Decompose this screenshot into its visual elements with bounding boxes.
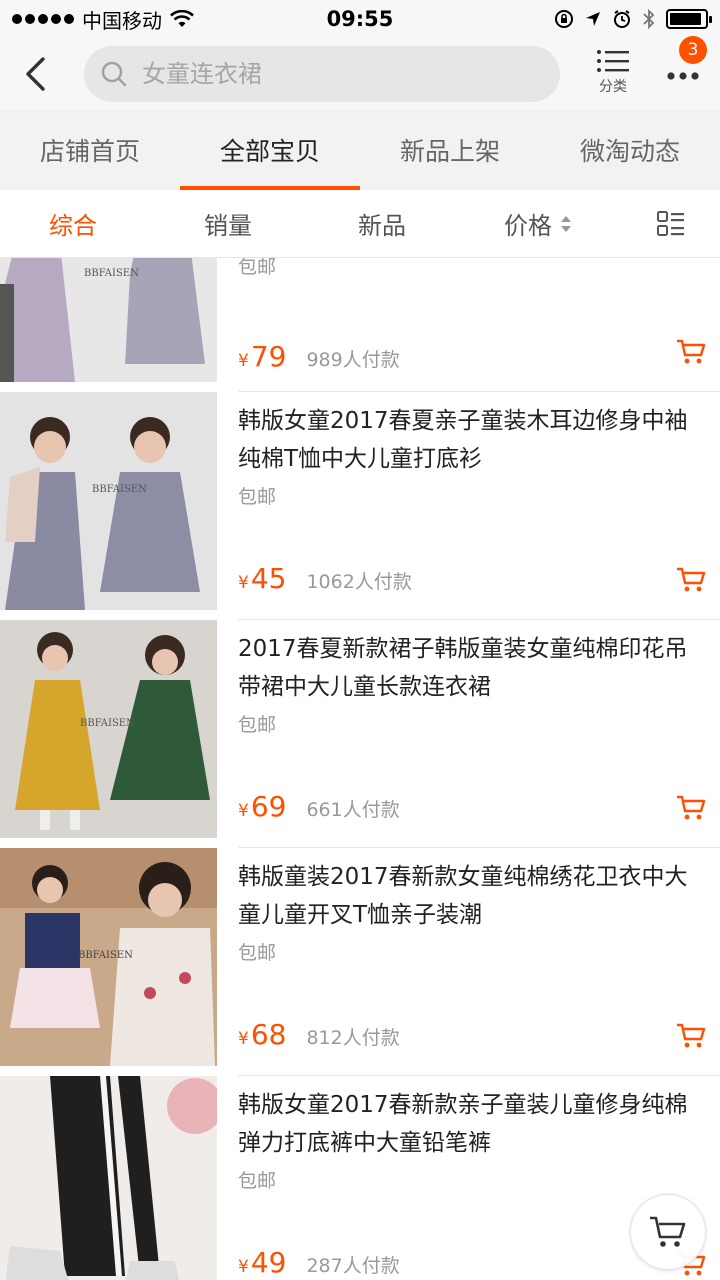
sort-comprehensive-label: 综合	[49, 212, 97, 240]
sort-comprehensive[interactable]: 综合	[0, 206, 146, 241]
price-row: ¥ 69 661人付款	[238, 790, 400, 823]
currency-symbol: ¥	[238, 1029, 249, 1049]
chevron-left-icon	[26, 57, 45, 91]
cart-icon	[677, 339, 706, 364]
shipping-label: 包邮	[238, 1170, 277, 1192]
status-right	[448, 8, 712, 30]
status-time: 09:55	[326, 7, 394, 31]
orientation-lock-icon	[555, 10, 573, 28]
shipping-label: 包邮	[238, 714, 277, 736]
currency-symbol: ¥	[238, 573, 249, 593]
tab-shop-home[interactable]: 店铺首页	[0, 110, 180, 190]
location-icon	[586, 12, 600, 26]
product-price: 79	[250, 340, 287, 373]
more-dots-icon	[667, 72, 699, 80]
notification-badge: 3	[679, 36, 707, 64]
watermark-label: BBFAISEN	[92, 484, 147, 495]
sort-bar: 综合 销量 新品 价格	[0, 190, 720, 258]
product-title: 韩版女童2017春夏亲子童装木耳边修身中袖纯棉T恤中大儿童打底衫	[238, 408, 688, 472]
watermark-label: BBFAISEN	[78, 950, 133, 961]
tab-all-items[interactable]: 全部宝贝	[180, 110, 360, 190]
product-item[interactable]: BBFAISEN 韩版女童2017春夏亲子童装木耳边修身中袖纯棉T恤中大儿童打底…	[0, 392, 720, 610]
currency-symbol: ¥	[238, 1257, 249, 1277]
wifi-icon	[170, 10, 194, 27]
sold-count: 661人付款	[306, 799, 400, 821]
sort-new[interactable]: 新品	[310, 206, 454, 241]
sort-sales-label: 销量	[204, 212, 252, 240]
status-bar: 中国移动 09:55	[0, 0, 720, 38]
product-price: 45	[250, 562, 287, 595]
sort-arrows-icon	[561, 215, 571, 232]
alarm-icon	[614, 10, 630, 28]
bluetooth-icon	[643, 8, 655, 30]
grid-list-icon	[657, 210, 684, 236]
product-item[interactable]: BBFAISEN 2017春夏新款裙子韩版童装女童纯棉印花吊带裙中大儿童长款连衣…	[0, 620, 720, 838]
add-to-cart-button[interactable]	[676, 338, 712, 374]
tab-new-arrivals[interactable]: 新品上架	[360, 110, 540, 190]
watermark-label: BBFAISEN	[80, 718, 135, 729]
product-price: 69	[250, 790, 287, 823]
shop-tabs: 店铺首页 全部宝贝 新品上架 微淘动态	[0, 110, 720, 190]
sold-count: 989人付款	[306, 349, 400, 371]
tab-weitao-feed[interactable]: 微淘动态	[540, 110, 720, 190]
search-input[interactable]	[142, 60, 522, 88]
sold-count: 287人付款	[306, 1255, 400, 1277]
add-to-cart-button[interactable]	[676, 1022, 712, 1058]
cart-icon	[677, 795, 706, 820]
shipping-label: 包邮	[238, 942, 277, 964]
cart-icon	[650, 1216, 686, 1247]
product-item[interactable]: BBFAISEN 包邮 ¥ 79 989人付款	[0, 258, 720, 382]
sold-count: 812人付款	[306, 1027, 400, 1049]
product-title: 韩版女童2017春新款亲子童装儿童修身纯棉弹力打底裤中大童铅笔裤	[238, 1092, 688, 1156]
price-row: ¥ 49 287人付款	[238, 1246, 400, 1279]
shipping-label: 包邮	[238, 486, 277, 508]
add-to-cart-button[interactable]	[676, 794, 712, 830]
sort-price-label: 价格	[504, 212, 552, 240]
product-image: BBFAISEN	[0, 848, 217, 1066]
back-button[interactable]	[0, 38, 70, 110]
category-label: 分类	[599, 79, 627, 95]
sort-price[interactable]: 价格	[454, 206, 622, 241]
product-image: BBFAISEN	[0, 392, 217, 610]
add-to-cart-button[interactable]	[676, 566, 712, 602]
sold-count: 1062人付款	[306, 571, 412, 593]
signal-icon	[12, 14, 74, 24]
battery-icon	[666, 9, 712, 29]
product-title: 2017春夏新款裙子韩版童装女童纯棉印花吊带裙中大儿童长款连衣裙	[238, 636, 688, 700]
price-row: ¥ 68 812人付款	[238, 1018, 400, 1051]
watermark-label: BBFAISEN	[84, 268, 139, 279]
category-button[interactable]: 分类	[585, 48, 641, 104]
status-left: 中国移动	[12, 5, 272, 34]
search-icon	[101, 61, 127, 87]
search-box[interactable]	[84, 46, 560, 102]
floating-cart-button[interactable]	[630, 1194, 706, 1270]
carrier-label: 中国移动	[82, 8, 162, 33]
currency-symbol: ¥	[238, 801, 249, 821]
price-row: ¥ 45 1062人付款	[238, 562, 412, 595]
cart-icon	[677, 1023, 706, 1048]
currency-symbol: ¥	[238, 351, 249, 371]
view-toggle-button[interactable]	[622, 210, 720, 237]
product-item[interactable]: BBFAISEN 韩版童装2017春新款女童纯棉绣花卫衣中大童儿童开叉T恤亲子装…	[0, 848, 720, 1066]
product-image: BBFAISEN	[0, 620, 217, 838]
cart-icon	[677, 567, 706, 592]
product-image	[0, 1076, 217, 1280]
nav-bar: 分类	[0, 38, 720, 110]
sort-sales[interactable]: 销量	[146, 206, 310, 241]
product-price: 49	[250, 1246, 287, 1279]
price-row: ¥ 79 989人付款	[238, 340, 400, 373]
product-title: 韩版童装2017春新款女童纯棉绣花卫衣中大童儿童开叉T恤亲子装潮	[238, 864, 688, 928]
product-list: BBFAISEN 包邮 ¥ 79 989人付款 BBFAISEN 韩版女童201…	[0, 258, 720, 1280]
product-price: 68	[250, 1018, 287, 1051]
list-menu-icon	[597, 50, 629, 72]
product-item[interactable]: 韩版女童2017春新款亲子童装儿童修身纯棉弹力打底裤中大童铅笔裤 包邮 ¥ 49…	[0, 1076, 720, 1280]
shipping-label: 包邮	[238, 258, 277, 278]
product-image: BBFAISEN	[0, 258, 217, 382]
sort-new-label: 新品	[358, 212, 406, 240]
